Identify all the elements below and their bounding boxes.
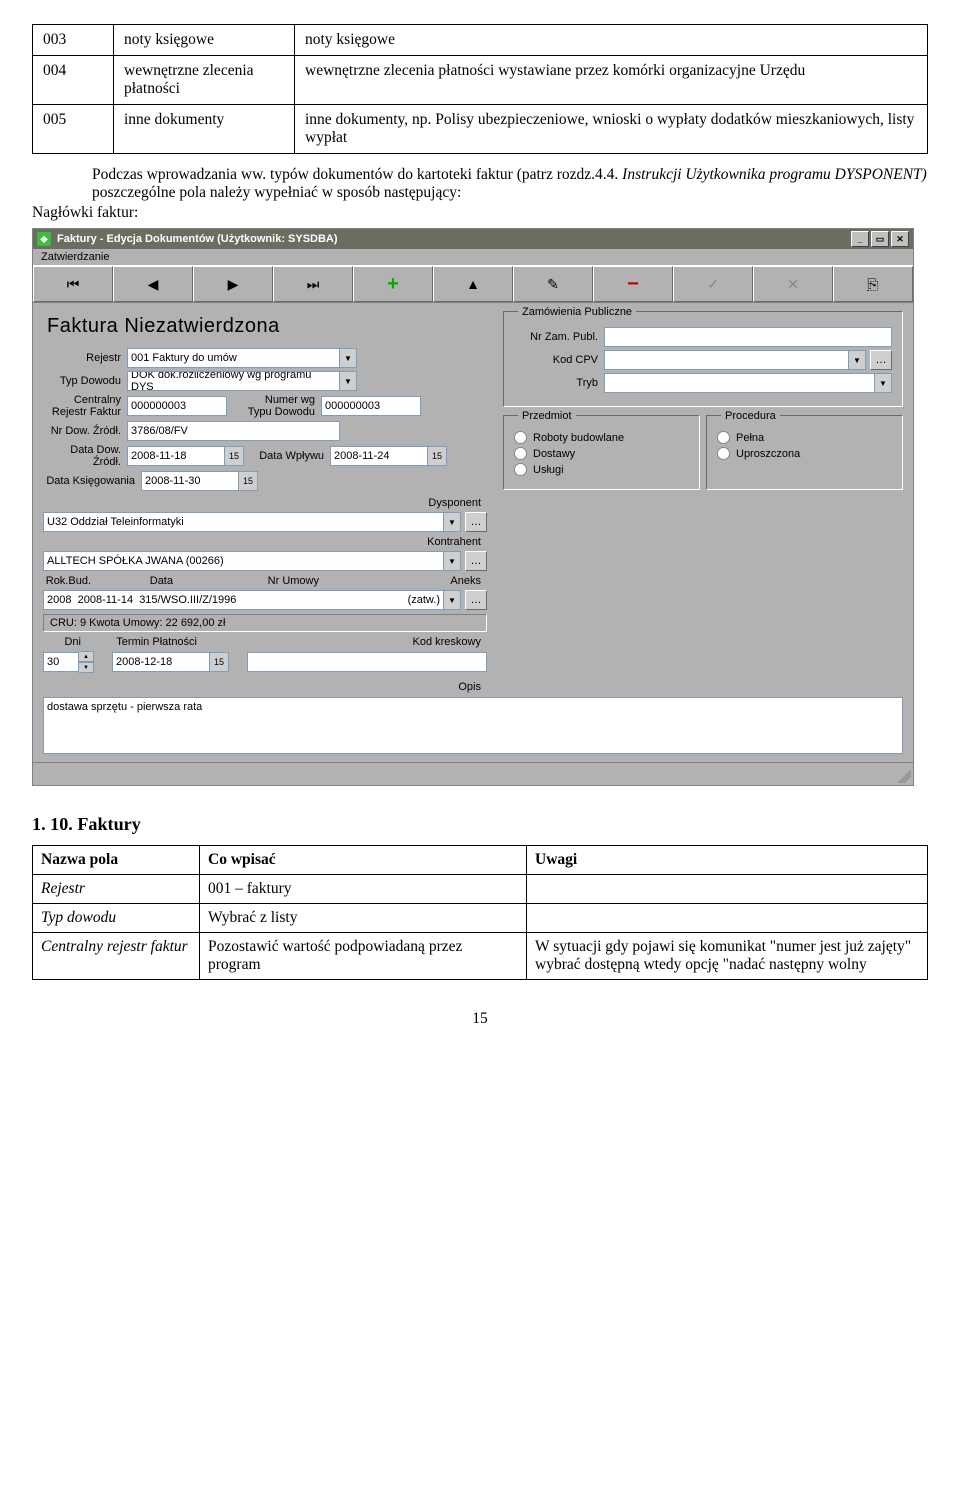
label-termin: Termin Płatności	[87, 636, 203, 648]
opis-textarea[interactable]: dostawa sprzętu - pierwsza rata	[43, 697, 903, 754]
label-kod: Kod kreskowy	[203, 636, 487, 648]
label-rejestr: Rejestr	[43, 352, 127, 364]
chevron-down-icon[interactable]: ▼	[444, 551, 461, 571]
tryb-select[interactable]	[604, 373, 875, 393]
label-nwtd: Numer wg Typu Dowodu	[227, 394, 321, 418]
radio-dostawy[interactable]: Dostawy	[514, 447, 689, 460]
toolbar: ⏮ ◀ ▶ ⏭ + ▲ ✎ − ✓ ✕ ⎘	[33, 265, 913, 303]
dni-input[interactable]: 30	[43, 652, 79, 672]
minimize-button[interactable]: _	[851, 231, 869, 247]
nav-first-button[interactable]: ⏮	[33, 266, 113, 302]
label-typdow: Typ Dowodu	[43, 375, 127, 387]
chevron-down-icon[interactable]: ▼	[875, 373, 892, 393]
label-nrumowy: Nr Umowy	[179, 575, 325, 587]
label-opis: Opis	[43, 681, 487, 693]
radio-uproszczona[interactable]: Uproszczona	[717, 447, 892, 460]
subhead: Nagłówki faktur:	[32, 204, 928, 222]
up-button[interactable]: ▲	[433, 266, 513, 302]
dysponent-select[interactable]: U32 Oddział Teleinformatyki	[43, 512, 444, 532]
label-dk: Data Księgowania	[43, 475, 141, 487]
confirm-button[interactable]: ✓	[673, 266, 753, 302]
add-button[interactable]: +	[353, 266, 433, 302]
label-ddz: Data Dow. Źródł.	[43, 444, 127, 468]
calendar-icon[interactable]: 15	[225, 446, 244, 466]
calendar-icon[interactable]: 15	[428, 446, 447, 466]
label-crf: Centralny Rejestr Faktur	[43, 394, 127, 418]
chevron-down-icon[interactable]: ▼	[444, 590, 461, 610]
nwtd-input[interactable]: 000000003	[321, 396, 421, 416]
radio-roboty[interactable]: Roboty budowlane	[514, 431, 689, 444]
calendar-icon[interactable]: 15	[210, 652, 229, 672]
nrdow-zrodl-input[interactable]: 3786/08/FV	[127, 421, 340, 441]
label-tryb: Tryb	[514, 377, 604, 389]
group-title-procedura: Procedura	[721, 410, 780, 422]
maximize-button[interactable]: ▭	[871, 231, 889, 247]
label-kontrahent: Kontrahent	[43, 536, 487, 548]
group-title-przedmiot: Przedmiot	[518, 410, 576, 422]
przedmiot-group: Przedmiot Roboty budowlane Dostawy Usług…	[503, 415, 700, 490]
data-dow-zrodl-input[interactable]: 2008-11-18	[127, 446, 225, 466]
data-ksiegowania-input[interactable]: 2008-11-30	[141, 471, 239, 491]
chevron-down-icon[interactable]: ▼	[340, 348, 357, 368]
data-wplywu-input[interactable]: 2008-11-24	[330, 446, 428, 466]
nav-prev-button[interactable]: ◀	[113, 266, 193, 302]
nav-next-button[interactable]: ▶	[193, 266, 273, 302]
chevron-down-icon[interactable]: ▼	[849, 350, 866, 370]
app-window: ⬥ Faktury - Edycja Dokumentów (Użytkowni…	[32, 228, 914, 786]
termin-input[interactable]: 2008-12-18	[112, 652, 210, 672]
intro-para: Podczas wprowadzania ww. typów dokumentó…	[92, 166, 928, 202]
kodcpv-select[interactable]	[604, 350, 849, 370]
crf-input[interactable]: 000000003	[127, 396, 227, 416]
label-rokbud: Rok.Bud.	[43, 575, 97, 587]
delete-button[interactable]: −	[593, 266, 673, 302]
window-title: Faktury - Edycja Dokumentów (Użytkownik:…	[57, 233, 338, 245]
calendar-icon[interactable]: 15	[239, 471, 258, 491]
label-dw: Data Wpływu	[244, 450, 330, 462]
chevron-down-icon[interactable]: ▼	[444, 512, 461, 532]
label-dysponent: Dysponent	[43, 497, 487, 509]
label-aneks: Aneks	[325, 575, 487, 587]
section-heading: 1. 10. Faktury	[32, 814, 928, 835]
titlebar: ⬥ Faktury - Edycja Dokumentów (Użytkowni…	[33, 229, 913, 249]
lookup-button[interactable]: …	[465, 551, 487, 571]
app-icon: ⬥	[37, 232, 51, 246]
procedura-group: Procedura Pełna Uproszczona	[706, 415, 903, 490]
label-dni: Dni	[43, 636, 87, 648]
menu-bar[interactable]: Zatwierdzanie	[33, 249, 913, 265]
fields-table: Nazwa pola Co wpisać Uwagi Rejestr001 – …	[32, 845, 928, 980]
types-table: 003noty księgowenoty księgowe 004wewnętr…	[32, 24, 928, 154]
page-number: 15	[32, 1010, 928, 1028]
zamowienia-publiczne-group: Zamówienia Publiczne Nr Zam. Publ. Kod C…	[503, 311, 903, 407]
kod-kreskowy-input[interactable]	[247, 652, 487, 672]
nav-last-button[interactable]: ⏭	[273, 266, 353, 302]
typdowodu-select[interactable]: DOK dok.rozliczeniowy wg programu DYS	[127, 371, 340, 391]
edit-button[interactable]: ✎	[513, 266, 593, 302]
dni-stepper[interactable]: ▲▼	[79, 651, 94, 673]
radio-pelna[interactable]: Pełna	[717, 431, 892, 444]
menu-zatwierdzanie[interactable]: Zatwierdzanie	[41, 251, 109, 263]
kontrahent-select[interactable]: ALLTECH SPÓŁKA JWANA (00266)	[43, 551, 444, 571]
umowa-select[interactable]: 2008 2008-11-14 315/WSO.III/Z/1996 (zatw…	[43, 590, 444, 610]
rejestr-select[interactable]: 001 Faktury do umów	[127, 348, 340, 368]
doc-title: Faktura Niezatwierdzona	[47, 315, 487, 338]
lookup-button[interactable]: …	[465, 512, 487, 532]
cancel-button[interactable]: ✕	[753, 266, 833, 302]
resize-grip[interactable]	[33, 762, 913, 785]
radio-uslugi[interactable]: Usługi	[514, 463, 689, 476]
group-title-zp: Zamówienia Publiczne	[518, 306, 636, 318]
label-kodcpv: Kod CPV	[514, 354, 604, 366]
label-nrdz: Nr Dow. Źródł.	[43, 425, 127, 437]
copy-button[interactable]: ⎘	[833, 266, 913, 302]
label-data: Data	[97, 575, 179, 587]
close-button[interactable]: ✕	[891, 231, 909, 247]
lookup-button[interactable]: …	[870, 350, 892, 370]
label-nrzampubl: Nr Zam. Publ.	[514, 331, 604, 343]
cru-status-bar: CRU: 9 Kwota Umowy: 22 692,00 zł	[43, 614, 487, 632]
lookup-button[interactable]: …	[465, 590, 487, 610]
chevron-down-icon[interactable]: ▼	[340, 371, 357, 391]
nrzampubl-input[interactable]	[604, 327, 892, 347]
